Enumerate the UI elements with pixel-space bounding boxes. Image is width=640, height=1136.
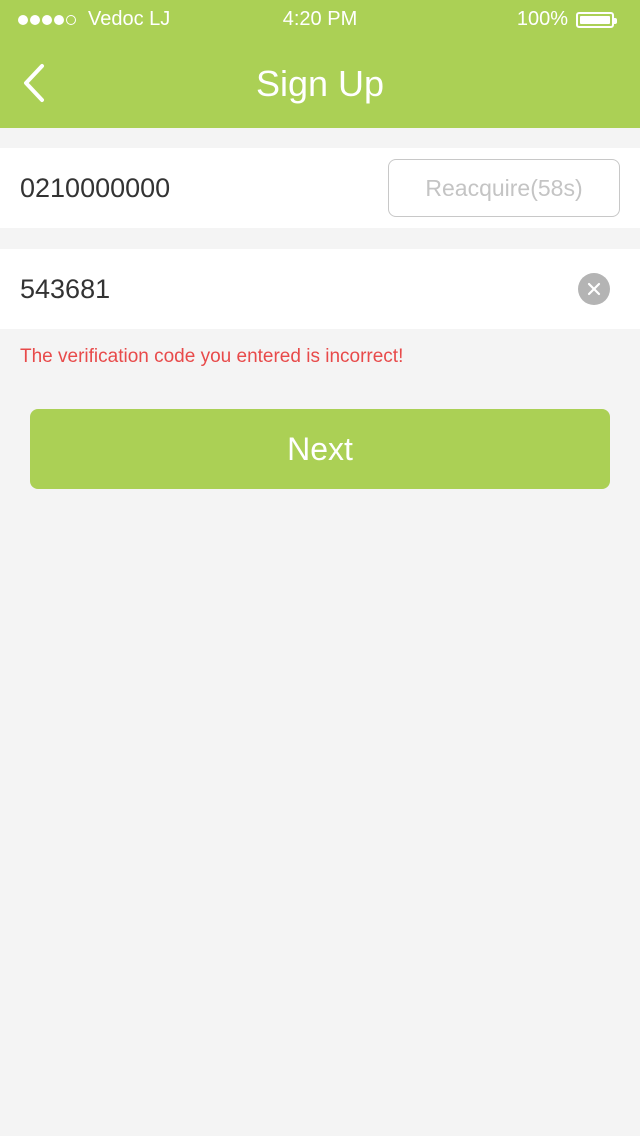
verification-code-field[interactable] — [20, 249, 360, 329]
verification-code-row — [0, 249, 640, 329]
navigation-bar: Sign Up — [0, 40, 640, 128]
battery-status: 100% — [516, 8, 617, 31]
reacquire-code-button[interactable]: Reacquire(58s) — [388, 159, 620, 217]
phone-number-field[interactable] — [20, 148, 360, 228]
error-message: The verification code you entered is inc… — [20, 346, 404, 367]
battery-percent: 100% — [516, 8, 568, 30]
status-bar: Vedoc LJ 4:20 PM 100% — [0, 0, 640, 40]
phone-row: Reacquire(58s) — [0, 148, 640, 228]
clear-button[interactable] — [578, 273, 610, 305]
battery-icon — [576, 11, 617, 28]
page-title: Sign Up — [255, 63, 385, 104]
next-button[interactable]: Next — [30, 409, 610, 489]
clear-icon — [587, 282, 601, 296]
